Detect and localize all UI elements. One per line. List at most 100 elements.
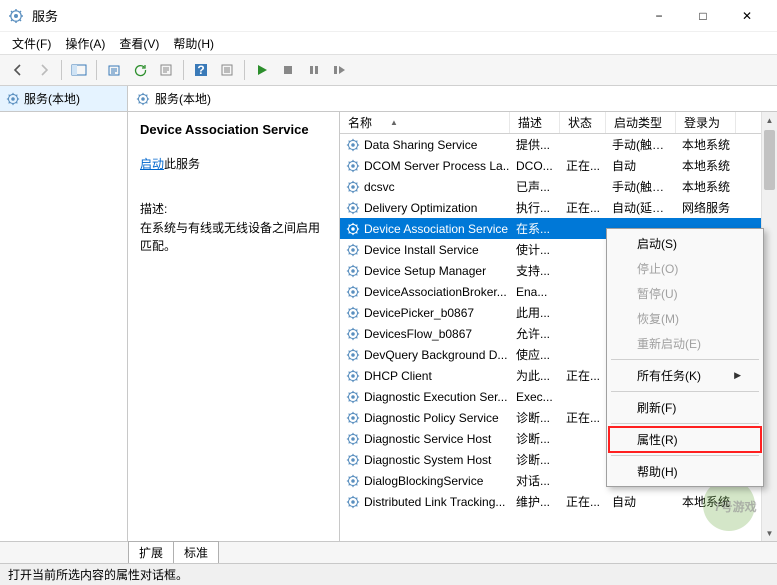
- service-row[interactable]: DCOM Server Process La...DCO...正在...自动本地…: [340, 155, 777, 176]
- service-desc: 执行...: [510, 199, 560, 216]
- menu-item-restart: 重新启动(E): [609, 331, 761, 356]
- column-name[interactable]: 名称▲: [340, 112, 510, 133]
- service-startup: 手动(触发...: [606, 178, 676, 195]
- menu-action[interactable]: 操作(A): [59, 33, 111, 54]
- column-logon[interactable]: 登录为: [676, 112, 736, 133]
- gear-icon: [346, 474, 360, 488]
- menu-item-properties[interactable]: 属性(R): [609, 427, 761, 452]
- scroll-down-icon[interactable]: ▼: [762, 525, 777, 541]
- start-service-button[interactable]: [250, 58, 274, 82]
- service-desc: 维护...: [510, 493, 560, 510]
- selected-service-name: Device Association Service: [140, 122, 327, 137]
- service-status: 正在...: [560, 409, 606, 426]
- column-headers: 名称▲ 描述 状态 启动类型 登录为: [340, 112, 777, 134]
- service-row[interactable]: dcsvc 已声... 手动(触发...本地系统: [340, 176, 777, 197]
- service-desc: Exec...: [510, 390, 560, 404]
- service-row[interactable]: Distributed Link Tracking...维护...正在...自动…: [340, 491, 777, 512]
- service-name: Diagnostic Execution Ser...: [364, 390, 507, 404]
- close-button[interactable]: ✕: [725, 2, 769, 30]
- service-status: 正在...: [560, 157, 606, 174]
- restart-service-button[interactable]: [328, 58, 352, 82]
- svg-text:?: ?: [197, 63, 204, 77]
- service-name: Data Sharing Service: [364, 138, 477, 152]
- service-name: DCOM Server Process La...: [364, 159, 510, 173]
- column-status[interactable]: 状态: [560, 112, 606, 133]
- gear-icon: [6, 92, 20, 106]
- service-name: Device Setup Manager: [364, 264, 486, 278]
- filter-button[interactable]: [215, 58, 239, 82]
- service-logon: 网络服务: [676, 199, 736, 216]
- menu-separator: [611, 455, 759, 456]
- pause-service-button[interactable]: [302, 58, 326, 82]
- service-logon: 本地系统: [676, 178, 736, 195]
- menu-file[interactable]: 文件(F): [6, 33, 57, 54]
- service-status: 正在...: [560, 199, 606, 216]
- gear-icon: [346, 222, 360, 236]
- column-description[interactable]: 描述: [510, 112, 560, 133]
- service-name: Diagnostic System Host: [364, 453, 491, 467]
- gear-icon: [346, 264, 360, 278]
- menu-item-help[interactable]: 帮助(H): [609, 459, 761, 484]
- toolbar: ?: [0, 54, 777, 86]
- refresh-button[interactable]: [128, 58, 152, 82]
- service-name: Delivery Optimization: [364, 201, 477, 215]
- gear-icon: [346, 138, 360, 152]
- show-hide-tree-button[interactable]: [67, 58, 91, 82]
- tab-extended[interactable]: 扩展: [128, 541, 174, 563]
- maximize-button[interactable]: □: [681, 2, 725, 30]
- scrollbar-thumb[interactable]: [764, 130, 775, 190]
- stop-service-button[interactable]: [276, 58, 300, 82]
- service-name: DialogBlockingService: [364, 474, 483, 488]
- menu-item-pause: 暂停(U): [609, 281, 761, 306]
- properties-button[interactable]: [154, 58, 178, 82]
- gear-icon: [346, 390, 360, 404]
- service-desc: 诊断...: [510, 451, 560, 468]
- service-row[interactable]: Delivery Optimization执行...正在...自动(延迟...网…: [340, 197, 777, 218]
- service-logon: 本地系统: [676, 493, 736, 510]
- menubar: 文件(F) 操作(A) 查看(V) 帮助(H): [0, 32, 777, 54]
- gear-icon: [346, 306, 360, 320]
- service-name: dcsvc: [364, 180, 395, 194]
- scope-label: 服务(本地): [24, 90, 80, 107]
- scroll-up-icon[interactable]: ▲: [762, 112, 777, 128]
- start-link[interactable]: 启动: [140, 157, 164, 171]
- service-startup: 自动: [606, 493, 676, 510]
- gear-icon: [346, 201, 360, 215]
- service-desc: 已声...: [510, 178, 560, 195]
- menu-item-stop: 停止(O): [609, 256, 761, 281]
- service-name: Diagnostic Policy Service: [364, 411, 499, 425]
- column-startup[interactable]: 启动类型: [606, 112, 676, 133]
- help-button[interactable]: ?: [189, 58, 213, 82]
- minimize-button[interactable]: −: [637, 2, 681, 30]
- gear-icon: [346, 285, 360, 299]
- window-title: 服务: [32, 6, 637, 25]
- gear-icon: [346, 348, 360, 362]
- tab-standard[interactable]: 标准: [173, 541, 219, 563]
- menu-item-all-tasks[interactable]: 所有任务(K)▶: [609, 363, 761, 388]
- menu-item-refresh[interactable]: 刷新(F): [609, 395, 761, 420]
- gear-icon: [346, 411, 360, 425]
- menu-help[interactable]: 帮助(H): [167, 33, 220, 54]
- service-name: Diagnostic Service Host: [364, 432, 491, 446]
- service-name: DHCP Client: [364, 369, 432, 383]
- gear-icon: [346, 453, 360, 467]
- service-desc: Ena...: [510, 285, 560, 299]
- menu-view[interactable]: 查看(V): [113, 33, 165, 54]
- tabs-row: 扩展 标准: [0, 541, 777, 563]
- gear-icon: [346, 180, 360, 194]
- detail-pane: Device Association Service 启动此服务 描述: 在系统…: [128, 112, 340, 541]
- service-name: DevicePicker_b0867: [364, 306, 474, 320]
- forward-button[interactable]: [32, 58, 56, 82]
- gear-icon: [346, 327, 360, 341]
- service-name: Distributed Link Tracking...: [364, 495, 505, 509]
- scope-item-services-local[interactable]: 服务(本地): [0, 86, 127, 112]
- description-text: 在系统与有线或无线设备之间启用匹配。: [140, 219, 327, 255]
- menu-item-start[interactable]: 启动(S): [609, 231, 761, 256]
- service-desc: 支持...: [510, 262, 560, 279]
- service-row[interactable]: Data Sharing Service提供...手动(触发...本地系统: [340, 134, 777, 155]
- gear-icon: [346, 432, 360, 446]
- service-name: DeviceAssociationBroker...: [364, 285, 507, 299]
- export-button[interactable]: [102, 58, 126, 82]
- back-button[interactable]: [6, 58, 30, 82]
- service-name: Device Install Service: [364, 243, 479, 257]
